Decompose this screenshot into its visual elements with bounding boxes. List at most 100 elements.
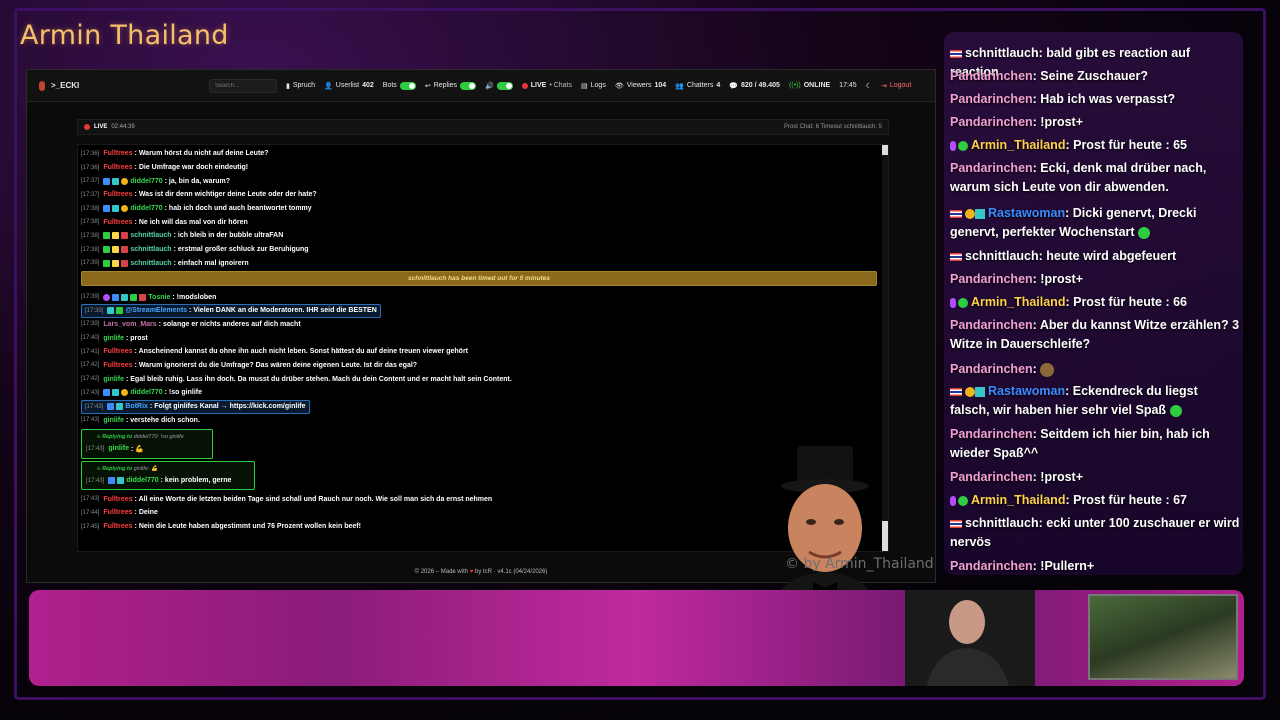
timestamp: [17:40] xyxy=(81,335,100,342)
brand[interactable]: >_ECKI xyxy=(39,80,199,91)
username[interactable]: diddel770 xyxy=(130,389,162,396)
logout-button[interactable]: ⇥ Logout xyxy=(881,82,911,90)
channel-name: >_ECKI xyxy=(51,81,80,90)
username[interactable]: schnittlauch xyxy=(130,260,171,267)
reply-message: ↳ Replying to diddel770: !so ginlife [17… xyxy=(81,429,213,459)
overlay-chat-message: Pandarinchen: !prost+ xyxy=(950,113,1240,132)
left-eye xyxy=(806,519,816,525)
username[interactable]: ginlife xyxy=(103,376,124,383)
replies-toggle[interactable]: ↩ Replies xyxy=(424,81,477,90)
overlay-message-text: : heute wird abgefeuert xyxy=(1038,249,1177,263)
garden-camera-feed xyxy=(1088,594,1238,680)
username[interactable]: Tosnie xyxy=(148,294,170,301)
timestamp: [17:37] xyxy=(81,178,100,185)
username[interactable]: ginlife xyxy=(103,335,124,342)
timestamp: [17:39] xyxy=(81,294,100,301)
verified-icon xyxy=(958,140,968,151)
overlay-username: Pandarinchen xyxy=(950,161,1033,175)
username[interactable]: Fulltrees xyxy=(103,348,132,355)
messages-stat: 💬 820 / 49.405 xyxy=(729,82,780,90)
timestamp: [17:36] xyxy=(81,164,100,171)
timestamp: [17:43] xyxy=(81,389,100,396)
username[interactable]: Fulltrees xyxy=(103,496,132,503)
chat-message: [17:43] ginlife: verstehe dich schon. xyxy=(81,413,877,427)
username[interactable]: ginlife xyxy=(108,445,129,452)
timestamp: [17:43] xyxy=(85,403,104,410)
chat-message: [17:39] @StreamElements: Vielen DANK an d… xyxy=(81,303,877,318)
reply-icon: ↩ xyxy=(424,82,431,90)
green-badge-icon xyxy=(103,232,111,240)
sound-toggle[interactable]: 🔊 xyxy=(485,81,513,90)
toggle-switch[interactable] xyxy=(399,81,416,90)
red-badge-icon xyxy=(139,293,147,301)
overlay-username: Pandarinchen xyxy=(950,559,1033,573)
chat-message: [17:38] schnittlauch: ich bleib in der bu… xyxy=(81,229,877,243)
teal-badge-icon xyxy=(112,177,120,185)
overlay-username: Pandarinchen xyxy=(950,427,1033,441)
message-text: : verstehe dich schon. xyxy=(125,416,200,424)
timestamp: [17:39] xyxy=(81,321,100,328)
search-input[interactable] xyxy=(209,78,277,93)
live-chats-button[interactable]: LIVE • Chats xyxy=(521,82,572,89)
viewers-stat: 👁 Viewers 104 xyxy=(614,82,667,90)
chat-message: [17:36] Fulltrees: Die Umfrage war doch e… xyxy=(81,161,877,175)
timestamp: [17:39] xyxy=(81,260,100,267)
timestamp: [17:38] xyxy=(81,246,100,253)
highlighted-message: [17:43] BotRix: Folgt ginlifes Kanal → ht… xyxy=(81,399,310,414)
overlay-chat-message: Armin_Thailand: Prost für heute : 65 xyxy=(950,136,1240,155)
overlay-username: Pandarinchen xyxy=(950,115,1033,129)
gold-badge-icon xyxy=(121,177,129,185)
chat-message: [17:43] BotRix: Folgt ginlifes Kanal → ht… xyxy=(81,399,877,414)
thailand-flag-icon xyxy=(950,209,962,218)
username[interactable]: Fulltrees xyxy=(103,362,132,369)
overlay-chat-message: Pandarinchen: !prost+ xyxy=(950,270,1240,289)
timestamp: [17:45] xyxy=(81,523,100,530)
username[interactable]: BotRix xyxy=(125,403,148,410)
message-text: : einfach mal ignoirern xyxy=(173,259,249,267)
theme-toggle[interactable]: ☾ xyxy=(866,82,872,90)
message-text: : hab ich doch und auch beantwortet tomm… xyxy=(164,205,312,213)
logs-button[interactable]: ▤ Logs xyxy=(581,82,606,90)
reply-message: ↳ Replying to ginlife: 💪 [17:43] diddel77… xyxy=(81,460,255,491)
overlay-username: Rastawoman xyxy=(988,384,1066,398)
message-text: : Was ist dir denn wichtiger deine Leute… xyxy=(134,191,317,199)
mic-icon xyxy=(950,297,956,308)
overlay-chat-message: Pandarinchen: Seitdem ich hier bin, hab … xyxy=(950,425,1240,463)
toggle-switch[interactable] xyxy=(460,81,477,90)
chat-message: [17:38] Fulltrees: Ne ich will das mal vo… xyxy=(81,215,877,229)
message-text: : !modsloben xyxy=(172,293,217,301)
username[interactable]: Fulltrees xyxy=(103,219,132,226)
userlist-button[interactable]: 👤 Userlist 402 xyxy=(324,82,374,90)
username[interactable]: ginlife xyxy=(103,417,124,424)
username[interactable]: diddel770 xyxy=(130,205,162,212)
username[interactable]: Fulltrees xyxy=(103,164,132,171)
overlay-username: Pandarinchen xyxy=(950,318,1033,332)
overlay-chat-message: schnittlauch: ecki unter 100 zuschauer e… xyxy=(950,514,1240,552)
chat-message: [17:42] Fulltrees: Warum ignorierst du di… xyxy=(81,359,877,373)
username[interactable]: schnittlauch xyxy=(130,246,171,253)
timestamp: [17:36] xyxy=(81,150,100,157)
username[interactable]: schnittlauch xyxy=(130,232,171,239)
username[interactable]: @StreamElements xyxy=(125,307,187,314)
yellow-badge-icon xyxy=(112,232,120,240)
username[interactable]: Fulltrees xyxy=(103,509,132,516)
username[interactable]: diddel770 xyxy=(130,178,162,185)
username[interactable]: Lars_vom_Mars xyxy=(103,321,156,328)
username[interactable]: Fulltrees xyxy=(103,150,132,157)
chat-message: [17:36] Fulltrees: Warum hörst du nicht a… xyxy=(81,147,877,161)
toggle-switch[interactable] xyxy=(496,81,513,90)
username[interactable]: Fulltrees xyxy=(103,523,132,530)
scrollbar-up-button[interactable] xyxy=(882,145,888,155)
speaker-icon: 🔊 xyxy=(485,82,494,90)
teal-badge-icon xyxy=(107,307,115,315)
bots-toggle[interactable]: Bots xyxy=(383,81,416,90)
username[interactable]: Fulltrees xyxy=(103,191,132,198)
overlay-chat-message: Pandarinchen: xyxy=(950,360,1240,379)
overlay-chat-message: Pandarinchen: Seine Zuschauer? xyxy=(950,67,1240,86)
username[interactable]: diddel770 xyxy=(126,477,158,484)
spruch-button[interactable]: ▮ Spruch xyxy=(286,82,315,90)
message-text: : Anscheinend kannst du ohne ihn auch ni… xyxy=(134,348,468,356)
overlay-message-text: : !prost+ xyxy=(1032,470,1084,484)
online-status: ((•)) ONLINE xyxy=(788,82,831,89)
message-text: : ich bleib in der bubble ultraFAN xyxy=(173,232,284,240)
